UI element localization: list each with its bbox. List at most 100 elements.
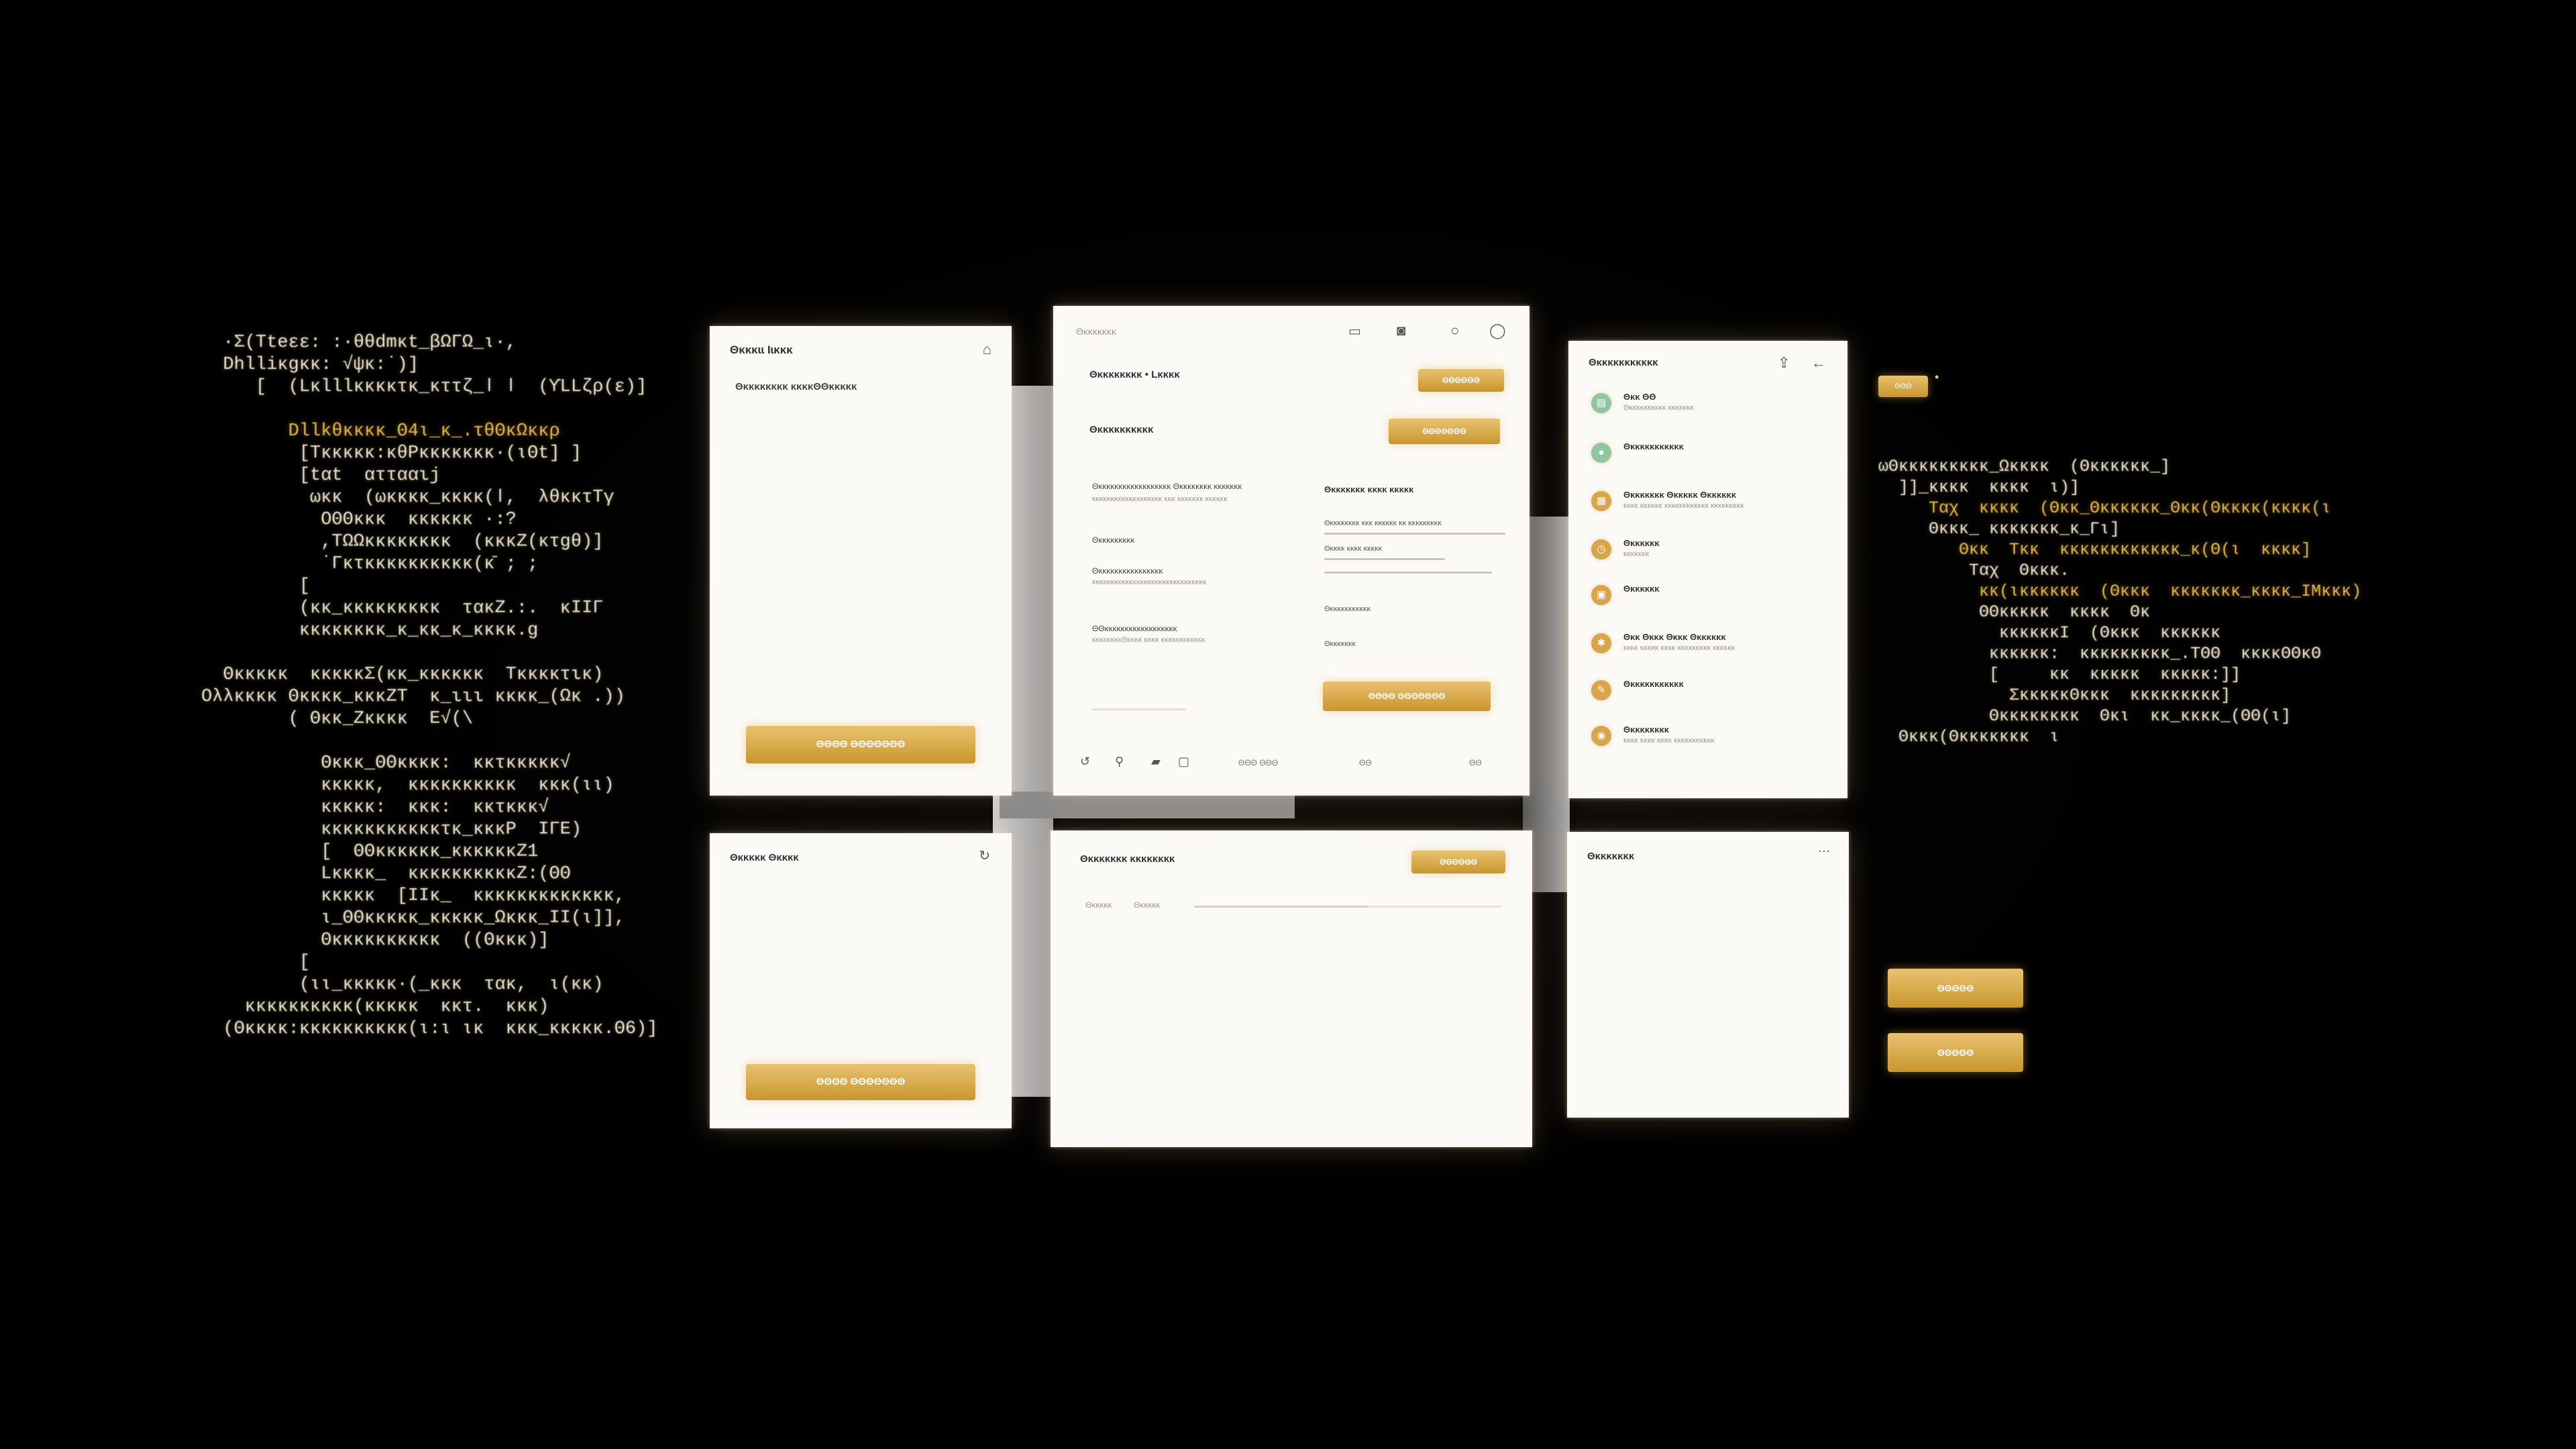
list-item-title: Θκκκκκκ: [1623, 584, 1660, 594]
chart-icon: ▤: [1591, 393, 1611, 413]
list-item-subtitle: κκκκ κκκκκκ κκκκκκκκκκκκ κκκκκκκκκ: [1623, 502, 1744, 510]
form-field-underline: [1324, 572, 1492, 574]
list-item-title: Θκκκκκκκκκκκ: [1623, 441, 1684, 451]
list-item[interactable]: ▣ Θκκκκκκ: [1591, 581, 1833, 614]
code-line: Ταχ Θκκκ.: [1878, 561, 2070, 580]
code-line: (ɩɩ_κκκκκ·(_κκκ τακ, ɩ(κκ): [201, 975, 604, 995]
code-line: ·Σ(Tteεε: :·θθdmκt_βΩΓΩ_ɩ·,: [201, 333, 517, 353]
primary-button[interactable]: ΘΘΘΘ ΘΘΘΘΘΘΘ: [746, 1064, 975, 1100]
form-field-label: Θκκκκκκκ: [1324, 640, 1356, 648]
code-line: ωΘκκκκκκκκκ_Ωκκκκ (Θκκκκκκ_]: [1878, 457, 2171, 476]
list-item[interactable]: ▤ Θκκ ΘΘ Θκκκκκκκκκκ κκκκκκκ: [1591, 389, 1833, 423]
code-line: ]]_κκκκ κκκκ ɩ)]: [1878, 478, 2080, 497]
list-item-subtitle: κκκκ κκκκκ κκκκ κκκκκκκκκ κκκκκκ: [1623, 644, 1735, 652]
refresh-icon[interactable]: ↺: [1080, 755, 1090, 767]
list-item-title: Θκκκκκκκ Θκκκκκ Θκκκκκκ: [1623, 490, 1737, 500]
list-item-title: Θκκκκκκκκκκκ: [1623, 679, 1684, 689]
code-line: [tαt αττααιj: [201, 466, 441, 486]
list-item[interactable]: ◉ Θκκκκκκκκ κκκκ κκκκ κκκκ κκκκκκκκκκκ: [1591, 722, 1833, 755]
code-line: κκ(ɩκκκκκκ (Θκκκ κκκκκκκ_κκκκ_ΙΜκκκ): [1878, 582, 2362, 601]
code-line: [Tκκκκκ:κθΡκκκκκκκ·(ɩΘt] ]: [201, 443, 582, 464]
user-icon[interactable]: ◯: [1489, 323, 1506, 338]
code-line: [: [201, 953, 311, 973]
window-notes: Θκκκκκκκ ⋯: [1567, 832, 1849, 1118]
form-field-underline: [1324, 558, 1445, 560]
list-item-subtitle: Θκκκκκκκκκκ κκκκκκκ: [1623, 404, 1695, 412]
window-documents: Θκκκκκκκ κκκκκκκκ ΘΘΘΘΘΘ Θκκκκκ Θκκκκκ: [1051, 830, 1532, 1147]
file-icon: ▣: [1591, 585, 1611, 605]
code-line: Θκκκκκ κκκκκΣ(κκ_κκκκκκ Τκκκκτικ): [201, 665, 604, 685]
floating-button[interactable]: ΘΘΘΘΘ: [1888, 1033, 2023, 1072]
code-line: Θκκκ(Θκκκκκκκ ɩ: [1878, 727, 2060, 747]
list-item-subtitle: κκκκκκκ: [1623, 550, 1650, 558]
document-icon: ▦: [1591, 491, 1611, 511]
tab[interactable]: Θκκκκκ: [1134, 900, 1160, 910]
form-field-label: Θκκκκ κκκκ κκκκκ: [1324, 545, 1383, 553]
search-icon[interactable]: ○: [1450, 323, 1459, 338]
code-line: κκκκκκκκκκ(κκκκκ κκτ. κκκ): [201, 997, 549, 1017]
folder-icon[interactable]: ▰: [1151, 755, 1161, 767]
window-subtitle: Θκκκκκκκκ κκκκΘΘκκκκκ: [735, 381, 857, 392]
row-action-button[interactable]: ΘΘΘΘΘΘΘ: [1389, 419, 1500, 444]
spark-icon: •: [1935, 370, 1939, 384]
list-item[interactable]: ✎ Θκκκκκκκκκκκ: [1591, 676, 1833, 710]
window-icon[interactable]: ▢: [1178, 755, 1189, 767]
submit-button[interactable]: ΘΘΘΘ ΘΘΘΘΘΘΘ: [1323, 682, 1491, 711]
list-item[interactable]: ◷ Θκκκκκκ κκκκκκκ: [1591, 535, 1833, 569]
scene: ·Σ(Tteεε: :·θθdmκt_βΩΓΩ_ɩ·, Dhlliκgκκ: √…: [0, 0, 2576, 1449]
code-line: ωκκ (ωκκκκ_κκκκ(ǀ, λθκκτΤγ: [201, 488, 614, 508]
list-item[interactable]: ▦ Θκκκκκκκ Θκκκκκ Θκκκκκκ κκκκ κκκκκκ κκκκ…: [1591, 487, 1833, 521]
list-item[interactable]: ✱ Θκκ Θκκκ Θκκκ Θκκκκκκ κκκκ κκκκκ κκκκ κκ…: [1591, 629, 1833, 663]
pin-icon[interactable]: ⚲: [1115, 755, 1124, 767]
code-line: κκκκκκκκκκκτκ_κκκΡ ΙΓΕ): [201, 820, 582, 840]
form-heading: Θκκκκκκκ κκκκ κκκκκ: [1324, 484, 1414, 494]
settings-row-label: Θκκκκκκκκκκ: [1089, 424, 1154, 435]
code-line: Dhlliκgκκ: √ψκ:˙)]: [201, 355, 419, 375]
code-panel-left: ·Σ(Tteεε: :·θθdmκt_βΩΓΩ_ɩ·, Dhlliκgκκ: √…: [201, 332, 658, 1040]
code-line: Ταχ κκκκ (Θκκ_Θκκκκκκ_Θκκ(Θκκκκ(κκκκ(ɩ: [1878, 498, 2332, 518]
more-icon[interactable]: ⋯: [1818, 845, 1830, 857]
code-line: (κκ_κκκκκκκκκ τακΖ.:. κΙΙΓ: [201, 598, 604, 619]
code-line: [ ΘΘκκκκκκ_κκκκκκΖ1: [201, 842, 539, 862]
floating-tag[interactable]: ΘΘΘ: [1878, 376, 1928, 397]
code-line: Dllkθκκκκ_Θ4ɩ_κ_.τθΘκΩκκρ: [201, 421, 560, 441]
window-title: Θκκκκκκκ κκκκκκκκ: [1080, 853, 1175, 865]
message-icon[interactable]: ▭: [1348, 325, 1361, 338]
camera-icon[interactable]: ◙: [1397, 323, 1405, 338]
code-line: ΣκκκκκΘκκκ κκκκκκκκκ]: [1878, 686, 2231, 705]
divider: [1092, 708, 1186, 710]
list-item-subtitle: κκκκ κκκκ κκκκ κκκκκκκκκκκ: [1623, 737, 1715, 745]
primary-button[interactable]: ΘΘΘΘ ΘΘΘΘΘΘΘ: [746, 726, 975, 763]
info-block-sub: κκκκκκκκΘκκκκ κκκκ κκκκκκκκκκκκ: [1092, 636, 1205, 644]
gear-icon: ✱: [1591, 633, 1611, 653]
list-item[interactable]: ● Θκκκκκκκκκκκ: [1591, 439, 1833, 472]
tab[interactable]: Θκκκκκ: [1085, 900, 1112, 910]
home-icon[interactable]: ⌂: [983, 342, 991, 357]
code-line: κκκκκκκκ_κ_κκ_κ_κκκκ.ɡ: [201, 621, 539, 641]
code-line: (Θκκκκ:κκκκκκκκκκ(ɩ:ɩ ɩκ κκκ_κκκκκ.Θ6)]: [201, 1019, 658, 1039]
back-icon[interactable]: ←: [1811, 356, 1826, 370]
clock-icon: ◷: [1591, 539, 1611, 559]
code-line: Θκκκκκκκκκκ ((Θκκκ)]: [201, 930, 549, 951]
tab-divider: [1368, 906, 1503, 908]
window-title: Θκκκɩɩ Ιɩκκκ: [730, 343, 793, 356]
info-block-title: Θκκκκκκκκκκκκκκκκ: [1092, 566, 1163, 576]
floating-button[interactable]: ΘΘΘΘΘ: [1888, 969, 2023, 1008]
refresh-icon[interactable]: ↻: [979, 849, 990, 863]
upload-icon[interactable]: ⇪: [1778, 356, 1790, 370]
code-line: ( Θκκ_Ζκκκκ Ε√(\: [201, 709, 474, 729]
header-action-button[interactable]: ΘΘΘΘΘΘ: [1411, 851, 1505, 873]
row-action-button[interactable]: ΘΘΘΘΘΘ: [1418, 369, 1504, 392]
code-line: ,ΤΩΩκκκκκκκκ (κκκΖ(κτgθ)]: [201, 532, 604, 552]
window-backplate: [1000, 792, 1295, 818]
window-title: Θκκκκκκκ: [1587, 851, 1635, 862]
window-title: Θκκκκκκκκκκκ: [1589, 357, 1658, 368]
footer-text: ΘΘ: [1469, 758, 1482, 767]
code-line: ΟΘΘκκκ κκκκκκ ·:?: [201, 510, 517, 530]
code-line: [ (Lκlllκκκκτκ_κττζ_ǀ ǀ (ϒLLζρ(ε)]: [201, 377, 647, 397]
window-settings: Θκκκκκκκ ▭ ◙ ○ ◯ Θκκκκκκκκ • Lκκκκ ΘΘΘΘΘ…: [1053, 306, 1529, 796]
code-line: ΘΘκκκκκ κκκκ Θκ: [1878, 602, 2151, 622]
code-line: Θκκκ_ΘΘκκκκ: κκτκκκκκ√: [201, 753, 571, 773]
info-block-sub: κκκκκκκκκκκκκκκκκκκ κκκ κκκκκκκ κκκκκκ: [1092, 495, 1228, 503]
code-line: κκκκκ: κκκ: κκτκκκ√: [201, 798, 549, 818]
